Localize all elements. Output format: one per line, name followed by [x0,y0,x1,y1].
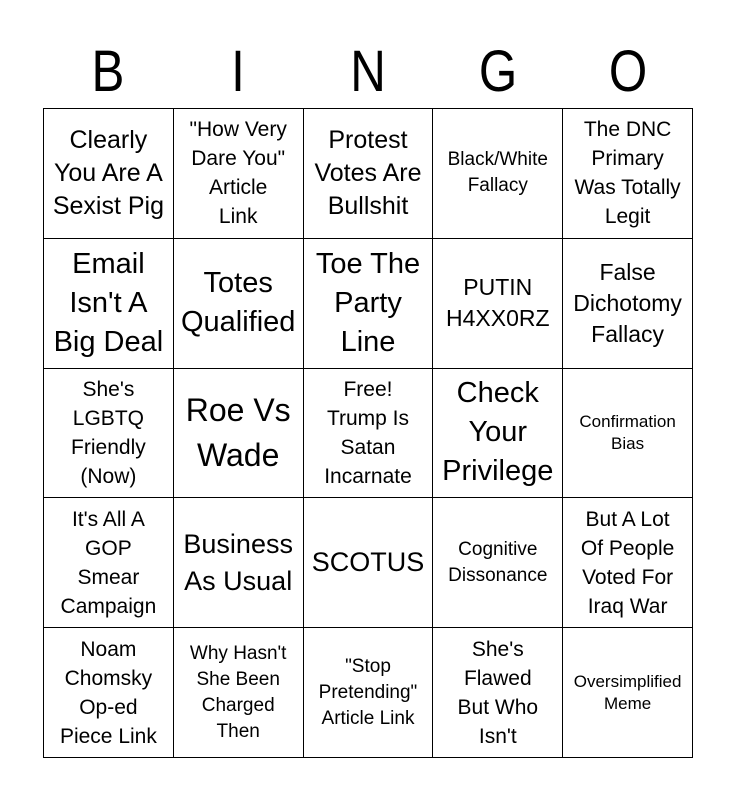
bingo-cell[interactable]: But A Lot Of People Voted For Iraq War [563,498,693,629]
cell-text: Totes Qualified [180,267,296,339]
cell-text: Noam Chomsky Op-ed Piece Link [59,637,157,748]
bingo-cell[interactable]: Toe The Party Line [303,238,434,369]
bingo-cell[interactable]: Totes Qualified [173,238,304,369]
bingo-cell[interactable]: False Dichotomy Fallacy [563,238,693,369]
bingo-cell[interactable]: "How Very Dare You" Article Link [173,109,304,239]
cell-text: Clearly You Are A Sexist Pig [52,125,164,220]
cell-text: "How Very Dare You" Article Link [189,118,287,229]
cell-text: Toe The Party Line [315,247,421,358]
bingo-cell[interactable]: Clearly You Are A Sexist Pig [44,109,174,239]
bingo-cell[interactable]: PUTIN H4XX0RZ [433,238,564,369]
cell-text: Why Hasn't She Been Charged Then [189,642,287,742]
cell-text: Roe Vs Wade [185,391,291,473]
bingo-header: B I N G O [43,40,693,104]
cell-text: The DNC Primary Was Totally Legit [574,118,681,229]
header-letter-i: I [231,39,245,104]
cell-text: Confirmation Bias [579,411,676,453]
bingo-cell[interactable]: Check Your Privilege [433,368,564,499]
bingo-cell[interactable]: Confirmation Bias [563,368,693,499]
cell-text: Check Your Privilege [442,377,554,488]
cell-text: Protest Votes Are Bullshit [314,125,422,220]
bingo-cell[interactable]: Email Isn't A Big Deal [44,238,174,369]
bingo-cell[interactable]: Roe Vs Wade [173,368,304,499]
bingo-cell[interactable]: Noam Chomsky Op-ed Piece Link [44,628,174,758]
header-letter-b: B [91,39,125,104]
cell-text: Free! Trump Is Satan Incarnate [324,377,412,488]
cell-text: PUTIN H4XX0RZ [446,274,550,332]
bingo-cell[interactable]: The DNC Primary Was Totally Legit [563,109,693,239]
bingo-cell[interactable]: Cognitive Dissonance [433,498,564,629]
cell-text: Oversimplified Meme [573,671,682,713]
cell-text: Email Isn't A Big Deal [53,247,164,358]
bingo-cell[interactable]: Free! Trump Is Satan Incarnate [303,368,434,499]
bingo-cell[interactable]: It's All A GOP Smear Campaign [44,498,174,629]
header-letter-o: O [608,39,648,104]
bingo-card-grid: Clearly You Are A Sexist Pig "How Very D… [43,108,693,758]
bingo-cell[interactable]: Business As Usual [173,498,304,629]
bingo-cell[interactable]: She's LGBTQ Friendly (Now) [44,368,174,499]
cell-text: Black/White Fallacy [447,149,548,197]
header-letter-g: G [478,39,518,104]
cell-text: "Stop Pretending" Article Link [318,655,418,729]
cell-text: It's All A GOP Smear Campaign [60,507,157,618]
bingo-cell[interactable]: She's Flawed But Who Isn't [433,628,564,758]
bingo-cell[interactable]: SCOTUS [303,498,434,629]
cell-text: But A Lot Of People Voted For Iraq War [580,507,675,618]
header-letter-n: N [350,39,386,104]
bingo-cell[interactable]: Oversimplified Meme [563,628,693,758]
cell-text: SCOTUS [311,547,425,578]
bingo-cell[interactable]: Why Hasn't She Been Charged Then [173,628,304,758]
cell-text: She's Flawed But Who Isn't [457,637,539,748]
bingo-cell[interactable]: Protest Votes Are Bullshit [303,109,434,239]
cell-text: False Dichotomy Fallacy [573,258,682,347]
cell-text: She's LGBTQ Friendly (Now) [71,377,146,488]
bingo-cell[interactable]: "Stop Pretending" Article Link [303,628,434,758]
bingo-cell[interactable]: Black/White Fallacy [433,109,564,239]
cell-text: Cognitive Dissonance [448,538,548,586]
cell-text: Business As Usual [183,528,293,596]
